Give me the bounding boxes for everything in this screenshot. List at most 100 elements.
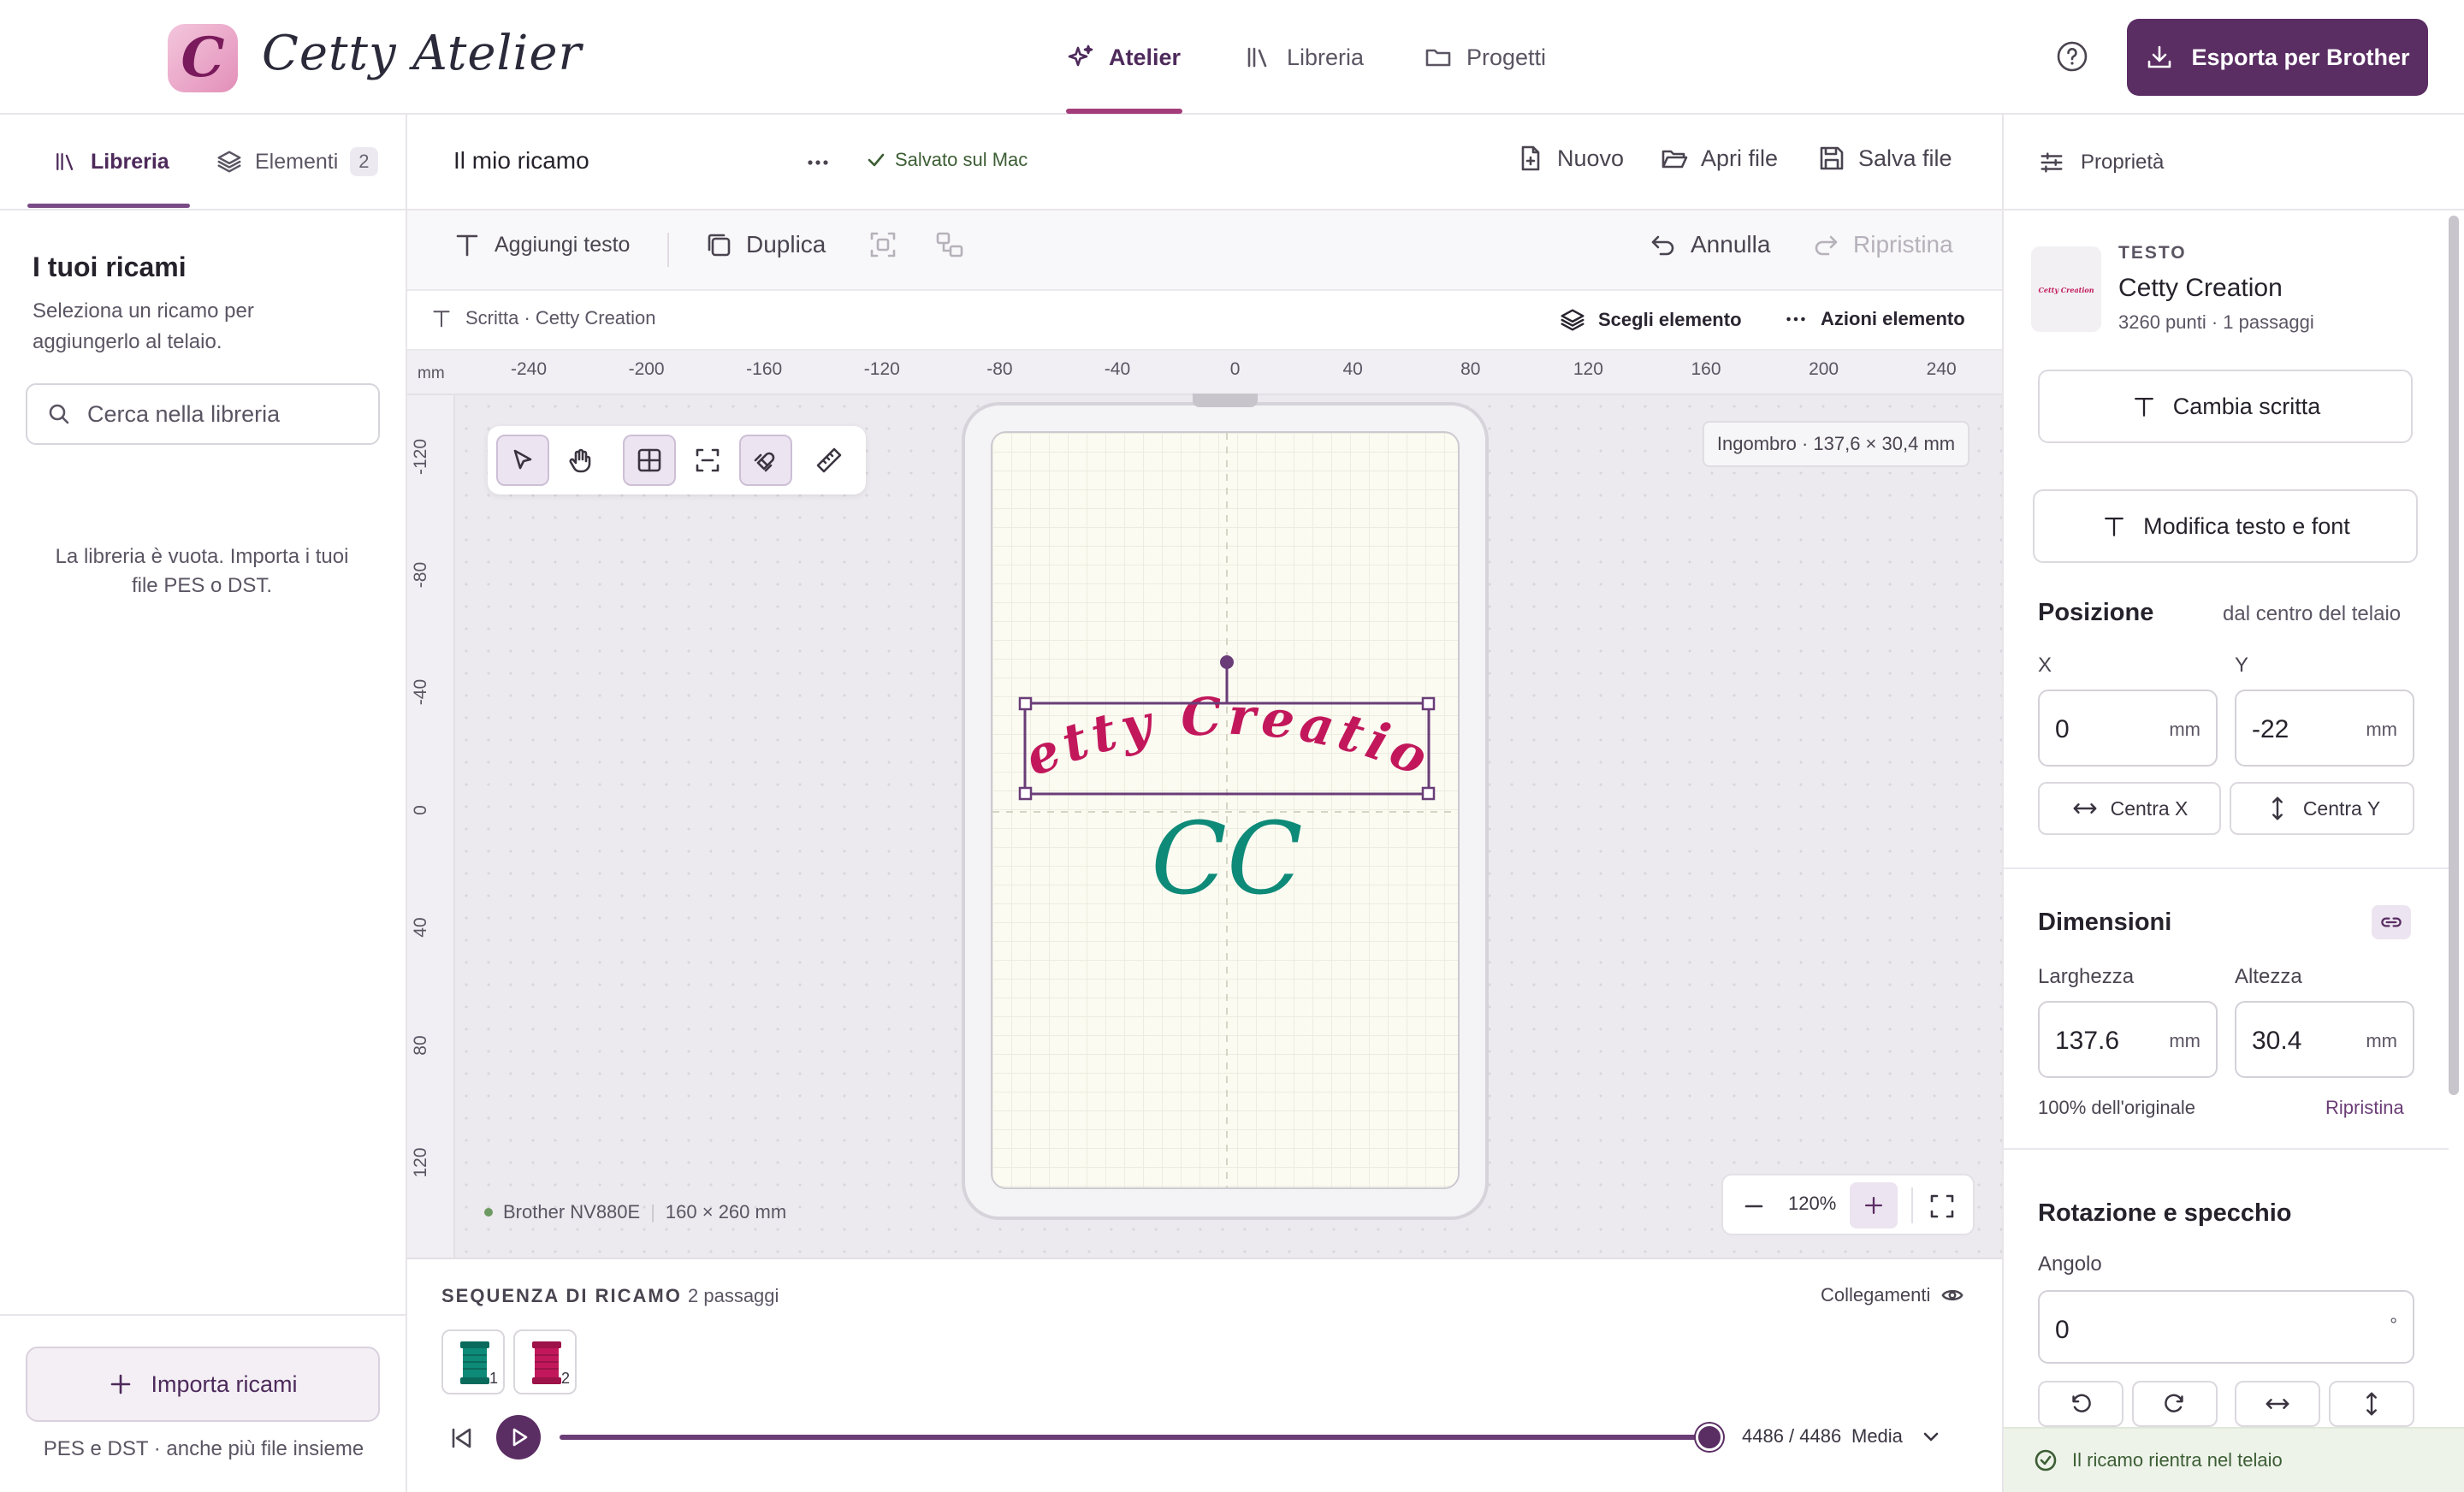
- design-text-arc[interactable]: Cetty Creation: [992, 433, 1441, 790]
- resize-handle-nw[interactable]: [1018, 696, 1033, 711]
- center-x-button[interactable]: Centra X: [2038, 782, 2221, 835]
- y-position-input[interactable]: -22 mm: [2235, 690, 2414, 767]
- left-footer-divider: [0, 1314, 406, 1316]
- app-title: Cetty Atelier: [262, 26, 583, 81]
- duplicate-button[interactable]: Duplica: [703, 229, 826, 260]
- library-search-input[interactable]: Cerca nella libreria: [26, 383, 380, 445]
- grid-icon: [637, 448, 661, 472]
- ungroup-button[interactable]: [934, 229, 965, 260]
- stitch-progress: 4486 / 4486: [1742, 1425, 1842, 1447]
- design-preview: Cetty Creation CC: [992, 433, 1458, 1187]
- properties-scrollbar[interactable]: [2449, 216, 2459, 1095]
- resize-handle-se[interactable]: [1421, 786, 1436, 801]
- rotate-right-button[interactable]: [2132, 1381, 2218, 1427]
- edit-text-font-label: Modifica testo e font: [2143, 512, 2350, 539]
- play-button[interactable]: [496, 1415, 541, 1459]
- machine-name: Brother NV880E: [503, 1201, 641, 1223]
- pointer-icon: [513, 449, 532, 470]
- snap-toggle[interactable]: [739, 435, 792, 486]
- ruler-tick-label: -120: [863, 359, 900, 379]
- height-label: Altezza: [2235, 965, 2302, 988]
- undo-button[interactable]: Annulla: [1648, 229, 1770, 260]
- left-tab-elementi[interactable]: Elementi 2: [216, 115, 378, 209]
- left-tab-elementi-label: Elementi: [255, 149, 339, 174]
- save-file-button[interactable]: Salva file: [1817, 144, 1952, 173]
- layers-icon: [217, 151, 241, 173]
- new-button[interactable]: Nuovo: [1516, 144, 1624, 173]
- jump-stitches-toggle[interactable]: Collegamenti: [1821, 1283, 1964, 1307]
- export-button[interactable]: Esporta per Brother: [2127, 19, 2428, 96]
- left-tab-libreria[interactable]: Libreria: [53, 115, 169, 209]
- document-more-button[interactable]: [804, 149, 832, 176]
- tab-atelier[interactable]: Atelier: [1066, 0, 1181, 115]
- flip-vertical-button[interactable]: [2329, 1381, 2414, 1427]
- measure-tool[interactable]: [803, 435, 856, 486]
- speed-value: Media: [1851, 1425, 1903, 1447]
- rotate-left-button[interactable]: [2038, 1381, 2123, 1427]
- section-divider: [2004, 1148, 2449, 1150]
- rotate-left-icon: [2072, 1394, 2091, 1412]
- height-input[interactable]: 30.4 mm: [2235, 1001, 2414, 1078]
- change-text-button[interactable]: Cambia scritta: [2038, 370, 2413, 443]
- zoom-out-button[interactable]: [1738, 1191, 1769, 1222]
- width-input[interactable]: 137.6 mm: [2038, 1001, 2218, 1078]
- angle-input[interactable]: 0 °: [2038, 1290, 2414, 1364]
- tab-atelier-label: Atelier: [1109, 44, 1182, 70]
- thumbnail-text: Cetty Creation: [2038, 286, 2094, 294]
- element-type: TESTO: [2118, 243, 2187, 263]
- choose-element-button[interactable]: Scegli elemento: [1559, 306, 1742, 334]
- sequence-slider-handle[interactable]: [1696, 1424, 1723, 1451]
- lock-aspect-button[interactable]: [2372, 905, 2411, 939]
- center-guide-toggle[interactable]: [681, 435, 734, 486]
- resize-handle-sw[interactable]: [1018, 786, 1033, 801]
- properties-title: Proprietà: [2038, 149, 2164, 176]
- x-position-input[interactable]: 0 mm: [2038, 690, 2218, 767]
- import-button[interactable]: Importa ricami: [26, 1347, 380, 1422]
- sequence-title: SEQUENZA DI RICAMO: [441, 1285, 682, 1306]
- resize-handle-ne[interactable]: [1421, 696, 1436, 711]
- ruler-tick-label: -200: [628, 359, 665, 379]
- flip-horizontal-button[interactable]: [2235, 1381, 2320, 1427]
- element-actions-button[interactable]: Azioni elemento: [1783, 306, 1965, 332]
- select-tool[interactable]: [496, 435, 549, 486]
- fit-to-screen-button[interactable]: [1927, 1191, 1958, 1222]
- group-button[interactable]: [868, 229, 898, 260]
- redo-icon: [1815, 235, 1838, 256]
- add-text-button[interactable]: Aggiungi testo: [452, 229, 630, 260]
- position-note: dal centro del telaio: [2223, 602, 2402, 625]
- pan-tool[interactable]: [554, 435, 607, 486]
- hoop-fabric-area[interactable]: Cetty Creation CC: [991, 431, 1460, 1189]
- ruler-unit: mm: [418, 364, 445, 382]
- new-label: Nuovo: [1557, 145, 1625, 171]
- export-label: Esporta per Brother: [2191, 44, 2410, 70]
- sparkle-icon: [1068, 44, 1093, 67]
- grid-toggle[interactable]: [623, 435, 676, 486]
- rewind-button[interactable]: [447, 1424, 476, 1453]
- center-y-button[interactable]: Centra Y: [2230, 782, 2414, 835]
- save-status-label: Salvato sul Mac: [895, 149, 1028, 170]
- selected-element-label: Scritta · Cetty Creation: [429, 306, 656, 330]
- ruler-tick-label: 0: [1229, 359, 1241, 379]
- element-meta: 3260 punti · 1 passaggi: [2118, 311, 2314, 333]
- play-icon: [512, 1428, 528, 1447]
- scale-percent: 100% dell'originale: [2038, 1097, 2195, 1118]
- thread-spool-2[interactable]: 2: [513, 1329, 577, 1394]
- link-icon: [2381, 917, 2402, 927]
- document-title[interactable]: Il mio ricamo: [453, 147, 589, 175]
- rotate-handle[interactable]: [1220, 655, 1234, 669]
- design-monogram[interactable]: CC: [1151, 802, 1303, 917]
- flip-horizontal-icon: [2266, 1399, 2289, 1409]
- redo-button[interactable]: Ripristina: [1810, 229, 1953, 260]
- speed-select[interactable]: Media: [1851, 1425, 1942, 1448]
- tab-libreria-label: Libreria: [1287, 44, 1365, 70]
- reset-size-link[interactable]: Ripristina: [2325, 1097, 2404, 1119]
- open-file-button[interactable]: Apri file: [1660, 144, 1778, 173]
- edit-text-font-button[interactable]: Modifica testo e font: [2033, 489, 2418, 563]
- thread-spool-1[interactable]: 1: [441, 1329, 505, 1394]
- tab-progetti[interactable]: Progetti: [1424, 0, 1546, 115]
- y-label: Y: [2235, 654, 2249, 677]
- zoom-in-button[interactable]: [1850, 1182, 1898, 1229]
- change-text-label: Cambia scritta: [2172, 393, 2321, 419]
- help-button[interactable]: [2055, 39, 2089, 74]
- tab-libreria[interactable]: Libreria: [1244, 0, 1364, 115]
